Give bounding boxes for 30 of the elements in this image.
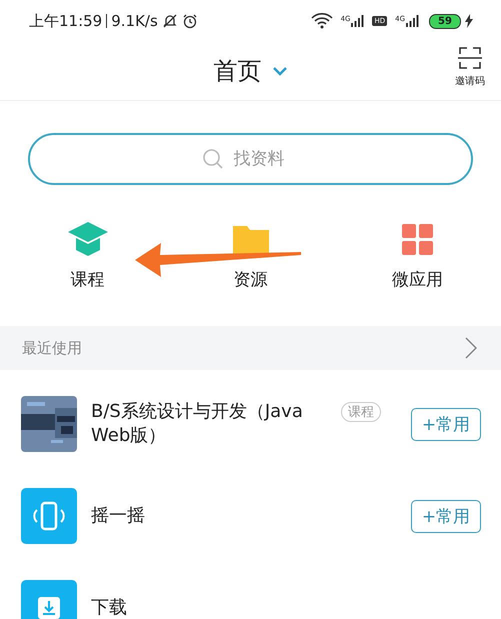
chevron-right-icon[interactable] <box>465 337 477 359</box>
status-time: 上午11:59 <box>29 12 102 30</box>
charging-icon <box>465 14 473 28</box>
shortcut-label[interactable]: 课程 <box>70 268 104 291</box>
battery-level: 59 <box>429 14 461 28</box>
grid-icon[interactable] <box>402 224 434 256</box>
network-speed: 9.1K/s <box>111 12 158 30</box>
item-title[interactable]: 下载 <box>91 596 341 619</box>
page-title[interactable]: 首页 <box>214 55 262 87</box>
item-title[interactable]: 摇一摇 <box>91 504 341 528</box>
shortcut-label[interactable]: 资源 <box>234 268 268 291</box>
search-icon[interactable] <box>202 148 224 170</box>
search-bar[interactable]: 找资料 <box>28 133 473 185</box>
item-title[interactable]: B/S系统设计与开发（Java Web版） <box>91 400 341 448</box>
section-title: 最近使用 <box>22 338 82 358</box>
graduation-cap-icon[interactable] <box>68 222 108 256</box>
search-field[interactable]: 找资料 <box>234 149 300 169</box>
alarm-clock-icon <box>182 13 198 29</box>
add-favorite-button[interactable]: +常用 <box>411 408 481 440</box>
type-tag: 课程 <box>341 402 381 422</box>
bell-off-icon <box>162 13 178 29</box>
wifi-icon <box>310 13 333 29</box>
add-favorite-button[interactable]: +常用 <box>411 500 481 532</box>
signal-icon <box>405 15 419 27</box>
invite-code-button[interactable]: 邀请码 <box>455 46 485 88</box>
chevron-down-icon[interactable] <box>272 66 288 76</box>
folder-icon[interactable] <box>232 224 268 256</box>
shortcut-label[interactable]: 微应用 <box>392 268 443 291</box>
signal-icon <box>350 15 364 27</box>
phone-shake-icon[interactable] <box>21 488 77 544</box>
